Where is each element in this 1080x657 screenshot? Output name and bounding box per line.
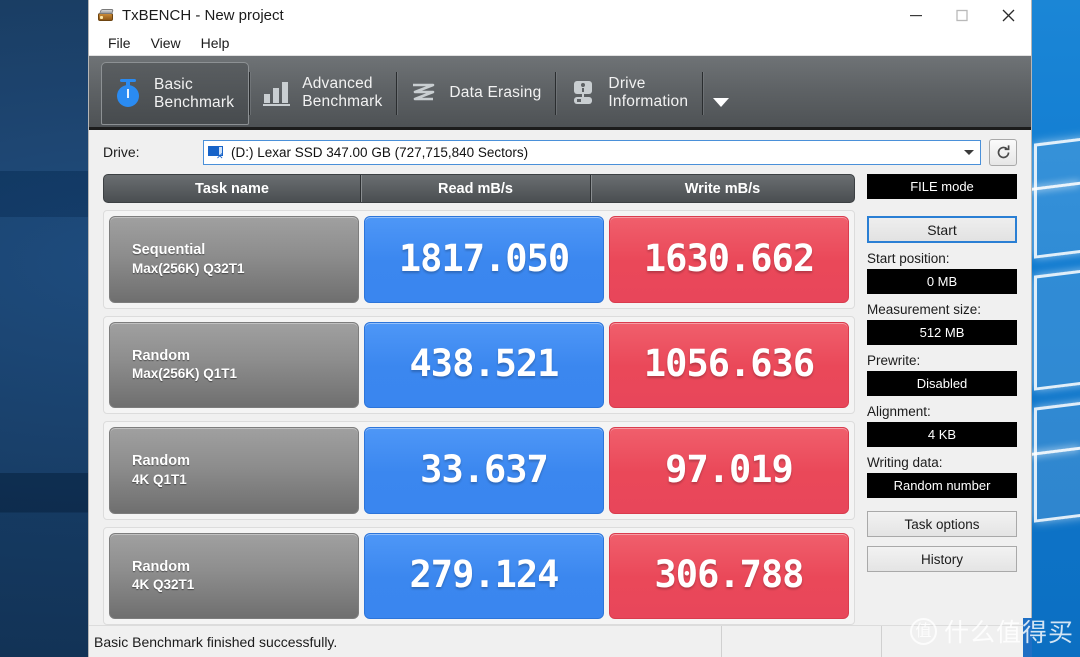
drive-selector-row: Drive: ✕ (D:) Lexar SSD 347.00 GB (727,7… <box>89 130 1031 170</box>
app-icon <box>97 7 115 23</box>
benchmark-table-header: Task name Read mB/s Write mB/s <box>103 174 855 203</box>
column-header-task-name: Task name <box>195 180 269 197</box>
prewrite-value[interactable]: Disabled <box>867 371 1017 396</box>
write-value: 1630.662 <box>609 216 849 303</box>
task-name-line1: Random <box>132 453 190 470</box>
table-row: Random 4K Q1T1 33.637 97.019 <box>103 421 855 520</box>
task-name-button[interactable]: Random 4K Q1T1 <box>109 427 359 514</box>
task-name-line1: Random <box>132 558 190 575</box>
column-header-write: Write mB/s <box>590 175 854 202</box>
refresh-icon[interactable] <box>989 138 1017 166</box>
main-content: Task name Read mB/s Write mB/s Sequentia… <box>89 170 1031 625</box>
tab-data-erasing[interactable]: Data Erasing <box>397 62 555 123</box>
task-name-line2: 4K Q1T1 <box>132 471 187 487</box>
task-name-button[interactable]: Random 4K Q32T1 <box>109 532 359 619</box>
drive-select-value: (D:) Lexar SSD 347.00 GB (727,715,840 Se… <box>231 144 529 160</box>
title-bar[interactable]: TxBENCH - New project <box>89 0 1031 30</box>
tab-advanced-benchmark[interactable]: Advanced Benchmark <box>250 62 396 123</box>
task-name-line2: Max(256K) Q1T1 <box>132 366 238 382</box>
wallpaper-pane <box>1034 268 1080 391</box>
drive-label: Drive: <box>103 144 140 160</box>
table-row: Random Max(256K) Q1T1 438.521 1056.636 <box>103 315 855 414</box>
writing-data-value[interactable]: Random number <box>867 473 1017 498</box>
write-value: 306.788 <box>609 532 849 619</box>
write-value: 1056.636 <box>609 321 849 408</box>
stopwatch-icon <box>114 78 144 109</box>
write-value: 97.019 <box>609 427 849 514</box>
menu-item-view[interactable]: View <box>142 33 190 53</box>
tab-label: Advanced Benchmark <box>302 74 383 110</box>
task-name-button[interactable]: Random Max(256K) Q1T1 <box>109 321 359 408</box>
chevron-down-icon[interactable] <box>964 150 974 155</box>
drive-info-icon <box>568 78 598 108</box>
tab-basic-benchmark[interactable]: Basic Benchmark <box>101 62 250 125</box>
benchmark-table: Task name Read mB/s Write mB/s Sequentia… <box>103 174 855 625</box>
status-panel-2 <box>721 626 881 657</box>
measurement-size-value[interactable]: 512 MB <box>867 320 1017 345</box>
read-value: 279.124 <box>364 532 604 619</box>
column-header-read: Read mB/s <box>360 175 590 202</box>
task-options-button[interactable]: Task options <box>867 511 1017 537</box>
table-row: Random 4K Q32T1 279.124 306.788 <box>103 526 855 625</box>
tab-separator <box>702 72 704 115</box>
menu-bar: File View Help <box>89 30 1031 56</box>
window-title: TxBENCH - New project <box>122 6 284 24</box>
writing-data-label: Writing data: <box>867 455 943 470</box>
menu-item-file[interactable]: File <box>99 33 140 53</box>
start-button[interactable]: Start <box>867 216 1017 243</box>
bar-chart-icon <box>262 78 292 108</box>
task-name-button[interactable]: Sequential Max(256K) Q32T1 <box>109 216 359 303</box>
wallpaper-pane <box>1034 136 1080 259</box>
hard-drive-icon: ✕ <box>208 145 225 161</box>
tab-strip: Basic Benchmark Advanced Benchmark Data … <box>89 56 1031 130</box>
prewrite-label: Prewrite: <box>867 353 921 368</box>
tab-label: Drive Information <box>608 74 689 110</box>
window-edge-sliver <box>1023 618 1032 657</box>
start-position-label: Start position: <box>867 251 950 266</box>
menu-item-help[interactable]: Help <box>192 33 239 53</box>
txbench-window: TxBENCH - New project File View Help Bas… <box>88 0 1032 657</box>
file-mode-button[interactable]: FILE mode <box>867 174 1017 199</box>
alignment-label: Alignment: <box>867 404 931 419</box>
read-value: 438.521 <box>364 321 604 408</box>
task-name-line2: Max(256K) Q32T1 <box>132 260 245 276</box>
status-message: Basic Benchmark finished successfully. <box>94 633 338 650</box>
settings-panel: FILE mode Start Start position: 0 MB Mea… <box>867 174 1017 625</box>
measurement-size-label: Measurement size: <box>867 302 982 317</box>
chevron-down-icon[interactable] <box>713 98 730 107</box>
zigzag-erase-icon <box>409 78 439 108</box>
drive-select[interactable]: ✕ (D:) Lexar SSD 347.00 GB (727,715,840 … <box>203 139 981 165</box>
read-value: 1817.050 <box>364 216 604 303</box>
status-panel-3 <box>881 626 1031 657</box>
start-position-value[interactable]: 0 MB <box>867 269 1017 294</box>
tab-drive-information[interactable]: Drive Information <box>556 62 702 123</box>
window-controls <box>893 0 1031 30</box>
status-bar: Basic Benchmark finished successfully. <box>89 625 1031 657</box>
wallpaper-pane <box>1034 400 1080 523</box>
alignment-value[interactable]: 4 KB <box>867 422 1017 447</box>
task-name-line2: 4K Q32T1 <box>132 577 195 593</box>
history-button[interactable]: History <box>867 546 1017 572</box>
read-value: 33.637 <box>364 427 604 514</box>
close-icon[interactable] <box>985 0 1031 30</box>
table-row: Sequential Max(256K) Q32T1 1817.050 1630… <box>103 210 855 309</box>
tab-label: Data Erasing <box>449 83 542 101</box>
tab-label: Basic Benchmark <box>154 75 235 111</box>
task-name-line1: Sequential <box>132 242 206 259</box>
task-name-line1: Random <box>132 347 190 364</box>
maximize-icon[interactable] <box>939 0 985 30</box>
minimize-icon[interactable] <box>893 0 939 30</box>
